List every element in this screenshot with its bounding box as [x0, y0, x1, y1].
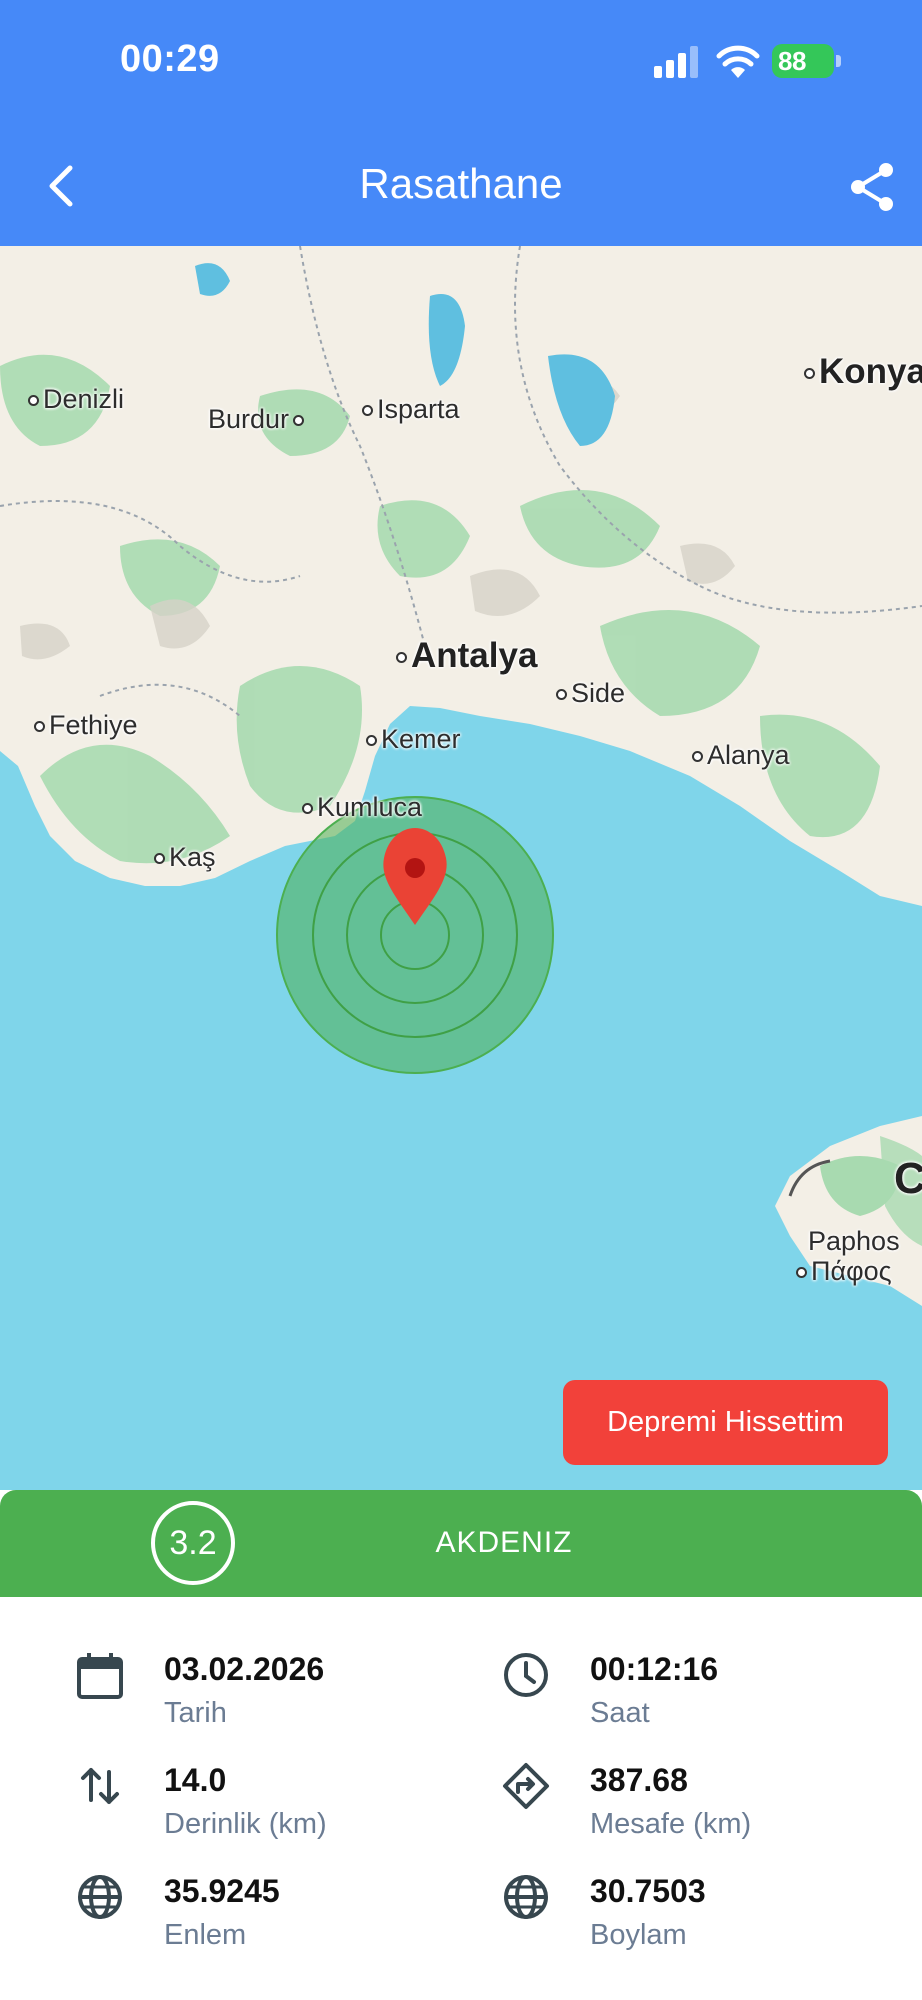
status-time: 00:29: [120, 38, 220, 80]
page-title: Rasathane: [359, 160, 563, 207]
time-label: Saat: [590, 1697, 650, 1729]
city-label-paphos-greek: Πάφος: [796, 1256, 892, 1287]
latitude-value: 35.9245: [164, 1873, 280, 1909]
city-label-alanya: Alanya: [692, 740, 790, 771]
city-label-denizli: Denizli: [28, 384, 124, 415]
globe-icon: [504, 1875, 548, 1919]
distance-label: Mesafe (km): [590, 1808, 752, 1840]
calendar-icon: [77, 1653, 123, 1699]
wifi-icon: [716, 45, 760, 78]
direction-icon: [503, 1763, 549, 1809]
region-label: AKDENIZ: [435, 1526, 573, 1559]
depth-value: 14.0: [164, 1762, 227, 1798]
app-header: 00:29 88 Rasathane: [0, 0, 922, 246]
magnitude-bar: 3.2 AKDENIZ: [0, 1490, 922, 1597]
date-label: Tarih: [164, 1697, 227, 1729]
city-label-cyprus: C: [894, 1154, 922, 1203]
depth-icon: [81, 1768, 119, 1804]
city-label-side: Side: [556, 678, 625, 709]
clock-icon: [504, 1653, 548, 1697]
city-label-fethiye: Fethiye: [34, 710, 138, 741]
date-value: 03.02.2026: [164, 1651, 325, 1687]
globe-icon: [78, 1875, 122, 1919]
city-label-burdur: Burdur: [208, 404, 308, 435]
battery-level: 88: [778, 46, 806, 76]
city-label-kemer: Kemer: [366, 724, 461, 755]
share-icon[interactable]: [846, 160, 898, 214]
latitude-label: Enlem: [164, 1919, 247, 1951]
map-view[interactable]: Denizli Burdur Isparta Konya Antalya Sid…: [0, 246, 922, 1490]
longitude-value: 30.7503: [590, 1873, 706, 1909]
city-label-kumluca: Kumluca: [302, 792, 422, 823]
signal-icon: [654, 46, 698, 78]
longitude-label: Boylam: [590, 1919, 687, 1951]
depth-label: Derinlik (km): [164, 1808, 327, 1840]
city-label-kas: Kaş: [154, 842, 216, 873]
city-label-isparta: Isparta: [362, 394, 460, 425]
battery-indicator: 88: [772, 44, 842, 78]
felt-earthquake-button[interactable]: Depremi Hissettim: [563, 1380, 888, 1465]
city-label-antalya: Antalya: [396, 636, 537, 676]
details-panel: 03.02.2026 Tarih 00:12:16 Saat 14.0 Deri…: [0, 1597, 922, 2000]
map-background: [0, 246, 922, 1490]
city-label-paphos: Paphos: [808, 1226, 900, 1256]
distance-value: 387.68: [590, 1762, 688, 1798]
time-value: 00:12:16: [590, 1651, 719, 1687]
city-label-konya: Konya: [804, 352, 922, 392]
